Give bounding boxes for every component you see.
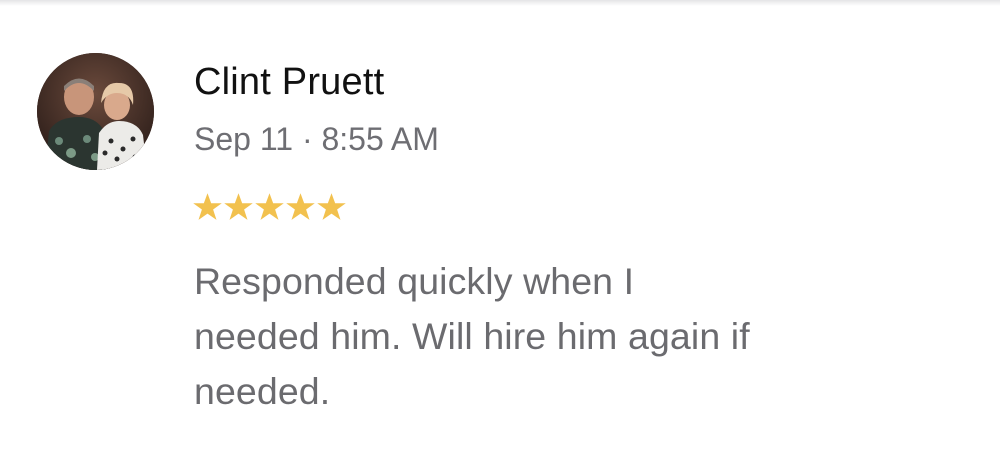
- review-time: 8:55 AM: [321, 121, 439, 157]
- star-icon: [286, 192, 315, 220]
- star-rating: [192, 187, 347, 227]
- review-date: Sep 11: [194, 121, 294, 157]
- review-text-line: Responded quickly when I: [194, 260, 635, 302]
- review-text-line: needed him. Will hire him again if: [194, 315, 750, 357]
- reviewer-name[interactable]: Clint Pruett: [194, 60, 384, 104]
- review-timestamp: Sep 11 · 8:55 AM: [194, 119, 439, 159]
- meta-separator: ·: [301, 121, 313, 157]
- avatar-photo: [37, 53, 154, 170]
- top-divider: [0, 0, 1000, 6]
- star-icon: [193, 192, 222, 220]
- review-card: Clint Pruett Sep 11 · 8:55 AM Responded …: [0, 0, 1000, 452]
- star-icon: [317, 192, 346, 220]
- star-icon: [224, 192, 253, 220]
- star-icon: [255, 192, 284, 220]
- avatar[interactable]: [37, 53, 154, 170]
- review-text-line: needed.: [194, 370, 331, 412]
- review-body: Responded quickly when I needed him. Wil…: [194, 254, 894, 419]
